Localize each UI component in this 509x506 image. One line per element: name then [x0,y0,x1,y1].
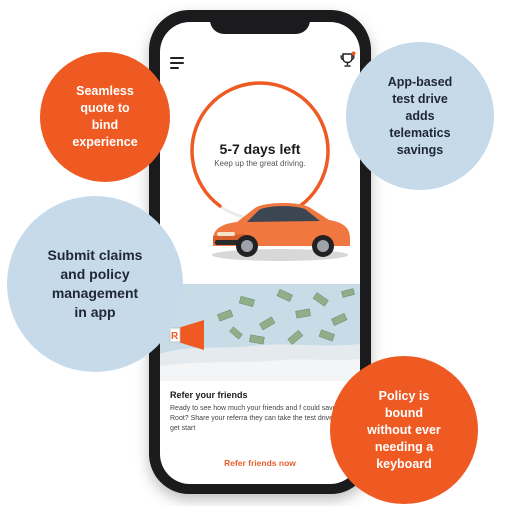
callout-test-drive-bubble: App-based test drive adds telematics sav… [346,42,494,190]
callout-quote-text: Seamless quote to bind experience [72,84,138,149]
refer-friends-link[interactable]: Refer friends now [170,458,350,468]
callout-policy-text: Policy is bound without ever needing a k… [367,388,441,471]
callout-claims-bubble: Submit claims and policy management in a… [7,196,183,372]
refer-friends-body: Ready to see how much your friends and f… [170,405,351,432]
referral-banner-image: R [160,284,360,381]
days-left-subtitle: Keep up the great driving. [214,159,306,168]
svg-text:R: R [171,331,179,342]
phone-notch [210,10,310,34]
callout-policy-bubble: Policy is bound without ever needing a k… [330,356,478,504]
callout-claims-text: Submit claims and policy management in a… [47,247,143,320]
car-image [212,202,350,261]
menu-icon[interactable] [170,57,184,69]
callout-test-drive-text: App-based test drive adds telematics sav… [387,74,453,157]
refer-friends-title: Refer your friends [170,390,248,400]
trophy-icon[interactable] [339,51,357,69]
days-left-title: 5-7 days left [219,141,301,157]
callout-quote-bubble: Seamless quote to bind experience [40,52,170,182]
